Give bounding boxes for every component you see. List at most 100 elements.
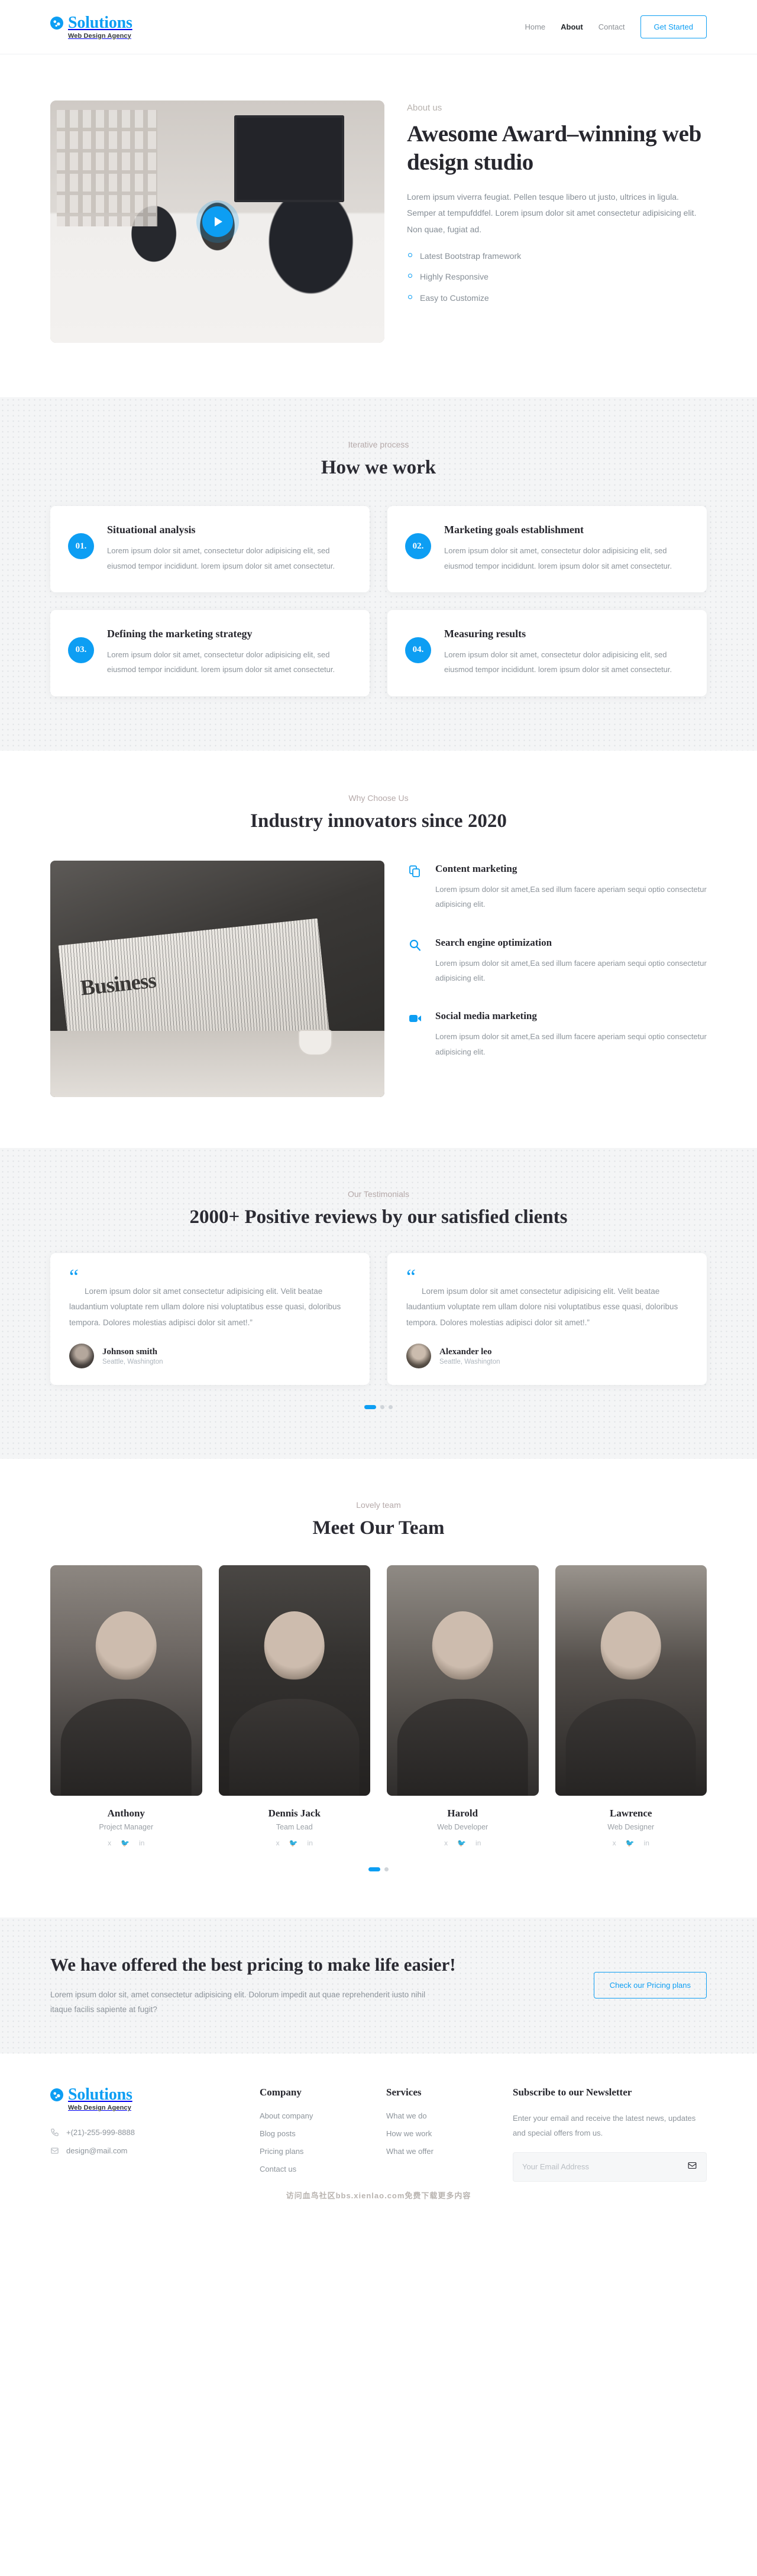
why-choose-us-section: Why Choose Us Industry innovators since … bbox=[0, 750, 757, 1148]
about-paragraph: Lorem ipsum viverra feugiat. Pellen tesq… bbox=[407, 192, 697, 234]
carousel-dot[interactable] bbox=[368, 1867, 380, 1872]
team-member-card: Anthony Project Manager x 🐦 in bbox=[50, 1565, 202, 1847]
watermark: 访问血鸟社区bbs.xienlao.com免费下载更多内容 bbox=[286, 2191, 471, 2201]
facebook-icon[interactable]: x bbox=[276, 1839, 280, 1847]
step-number: 02. bbox=[405, 533, 431, 560]
about-video-thumbnail[interactable] bbox=[50, 100, 384, 343]
twitter-icon[interactable]: 🐦 bbox=[121, 1839, 130, 1847]
brand-tagline: Web Design Agency bbox=[68, 32, 131, 40]
member-name: Lawrence bbox=[610, 1808, 652, 1819]
carousel-dot[interactable] bbox=[389, 1405, 393, 1410]
nav-link-home[interactable]: Home bbox=[525, 22, 545, 31]
feature-text: Lorem ipsum dolor sit amet,Ea sed illum … bbox=[435, 1032, 707, 1056]
section-title: 2000+ Positive reviews by our satisfied … bbox=[189, 1206, 568, 1228]
brand-logo[interactable]: Solutions Web Design Agency bbox=[50, 13, 132, 40]
member-name: Harold bbox=[447, 1808, 478, 1819]
linkedin-icon[interactable]: in bbox=[308, 1839, 313, 1847]
footer-brand-column: Solutions Web Design Agency +(21)-255-99… bbox=[50, 2087, 245, 2182]
about-feature-list: Latest Bootstrap framework Highly Respon… bbox=[407, 249, 707, 304]
how-we-work-section: Iterative process How we work 01. Situat… bbox=[0, 397, 757, 751]
brand-name: Solutions bbox=[68, 13, 132, 32]
footer-link-what-we-offer[interactable]: What we offer bbox=[386, 2147, 499, 2156]
facebook-icon[interactable]: x bbox=[108, 1839, 111, 1847]
team-member-card: Harold Web Developer x 🐦 in bbox=[387, 1565, 539, 1847]
pricing-cta-section: We have offered the best pricing to make… bbox=[0, 1918, 757, 2054]
footer-email-text: design@mail.com bbox=[66, 2146, 128, 2156]
play-icon[interactable] bbox=[202, 206, 233, 237]
process-card: 01. Situational analysis Lorem ipsum dol… bbox=[50, 506, 370, 592]
feature-item: Social media marketing Lorem ipsum dolor… bbox=[408, 1010, 707, 1059]
member-photo bbox=[218, 1565, 370, 1796]
feature-title: Search engine optimization bbox=[435, 936, 552, 948]
primary-nav: Home About Contact Get Started bbox=[525, 15, 707, 38]
site-header: Solutions Web Design Agency Home About C… bbox=[0, 0, 757, 54]
footer-email[interactable]: design@mail.com bbox=[50, 2146, 245, 2155]
step-number: 04. bbox=[405, 637, 431, 663]
search-icon bbox=[408, 937, 423, 986]
card-title: Defining the marketing strategy bbox=[107, 627, 253, 640]
testimonial-card: “ Lorem ipsum dolor sit amet consectetur… bbox=[387, 1253, 707, 1386]
footer-newsletter-column: Subscribe to our Newsletter Enter your e… bbox=[513, 2087, 707, 2182]
feature-text: Lorem ipsum dolor sit amet,Ea sed illum … bbox=[435, 958, 707, 982]
get-started-button[interactable]: Get Started bbox=[640, 15, 707, 38]
envelope-icon bbox=[50, 2146, 59, 2155]
footer-services-column: Services What we do How we work What we … bbox=[386, 2087, 499, 2182]
nav-link-about[interactable]: About bbox=[561, 22, 583, 31]
twitter-icon[interactable]: 🐦 bbox=[626, 1839, 635, 1847]
testimonials-section: Our Testimonials 2000+ Positive reviews … bbox=[0, 1147, 757, 1459]
globe-icon bbox=[50, 2088, 63, 2102]
section-title: Meet Our Team bbox=[312, 1517, 445, 1539]
twitter-icon[interactable]: 🐦 bbox=[457, 1839, 466, 1847]
cta-title: We have offered the best pricing to make… bbox=[50, 1954, 456, 1975]
about-eyebrow: About us bbox=[407, 103, 442, 113]
footer-phone[interactable]: +(21)-255-999-8888 bbox=[50, 2128, 245, 2137]
about-section: About us Awesome Award–winning web desig… bbox=[0, 54, 757, 397]
footer-phone-text: +(21)-255-999-8888 bbox=[66, 2128, 135, 2137]
carousel-dot[interactable] bbox=[384, 1867, 389, 1872]
section-label: Lovely team bbox=[356, 1500, 401, 1510]
section-title: How we work bbox=[321, 457, 436, 478]
envelope-icon[interactable] bbox=[687, 2160, 697, 2173]
member-name: Anthony bbox=[107, 1808, 145, 1819]
cta-text: Lorem ipsum dolor sit, amet consectetur … bbox=[50, 1990, 426, 2014]
process-card: 03. Defining the marketing strategy Lore… bbox=[50, 609, 370, 696]
team-section: Lovely team Meet Our Team Anthony Projec… bbox=[0, 1459, 757, 1918]
footer-link-about-company[interactable]: About company bbox=[260, 2111, 372, 2120]
footer-link-blog-posts[interactable]: Blog posts bbox=[260, 2129, 372, 2138]
footer-link-what-we-do[interactable]: What we do bbox=[386, 2111, 499, 2120]
card-text: Lorem ipsum dolor sit amet, consectetur … bbox=[444, 650, 672, 674]
email-field[interactable] bbox=[522, 2162, 687, 2172]
team-member-card: Dennis Jack Team Lead x 🐦 in bbox=[218, 1565, 370, 1847]
nav-link-contact[interactable]: Contact bbox=[599, 22, 625, 31]
linkedin-icon[interactable]: in bbox=[644, 1839, 649, 1847]
testimonial-name: Alexander leo bbox=[439, 1347, 492, 1357]
avatar bbox=[69, 1344, 94, 1369]
copy-files-icon bbox=[408, 863, 423, 912]
carousel-dot[interactable] bbox=[364, 1405, 376, 1410]
facebook-icon[interactable]: x bbox=[613, 1839, 616, 1847]
linkedin-icon[interactable]: in bbox=[475, 1839, 481, 1847]
footer-link-contact-us[interactable]: Contact us bbox=[260, 2165, 372, 2173]
testimonial-name: Johnson smith bbox=[102, 1347, 157, 1357]
feature-title: Content marketing bbox=[435, 862, 517, 874]
member-role: Team Lead bbox=[276, 1823, 313, 1832]
footer-services-heading: Services bbox=[386, 2087, 422, 2098]
footer-link-pricing-plans[interactable]: Pricing plans bbox=[260, 2147, 372, 2156]
twitter-icon[interactable]: 🐦 bbox=[289, 1839, 298, 1847]
section-label: Why Choose Us bbox=[348, 793, 409, 803]
facebook-icon[interactable]: x bbox=[444, 1839, 448, 1847]
member-photo bbox=[387, 1565, 539, 1796]
carousel-dot[interactable] bbox=[380, 1405, 384, 1410]
list-item: Latest Bootstrap framework bbox=[407, 249, 707, 262]
step-number: 01. bbox=[68, 533, 94, 560]
testimonial-text: Lorem ipsum dolor sit amet consectetur a… bbox=[69, 1287, 341, 1327]
check-pricing-plans-button[interactable]: Check our Pricing plans bbox=[593, 1971, 707, 1998]
member-photo bbox=[50, 1565, 202, 1796]
feature-item: Content marketing Lorem ipsum dolor sit … bbox=[408, 863, 707, 912]
linkedin-icon[interactable]: in bbox=[139, 1839, 144, 1847]
footer-link-how-we-work[interactable]: How we work bbox=[386, 2129, 499, 2138]
process-card: 04. Measuring results Lorem ipsum dolor … bbox=[387, 609, 707, 696]
footer-brand-logo[interactable]: Solutions Web Design Agency bbox=[50, 2087, 245, 2111]
feature-text: Lorem ipsum dolor sit amet,Ea sed illum … bbox=[435, 884, 707, 909]
section-title: Industry innovators since 2020 bbox=[250, 810, 507, 832]
